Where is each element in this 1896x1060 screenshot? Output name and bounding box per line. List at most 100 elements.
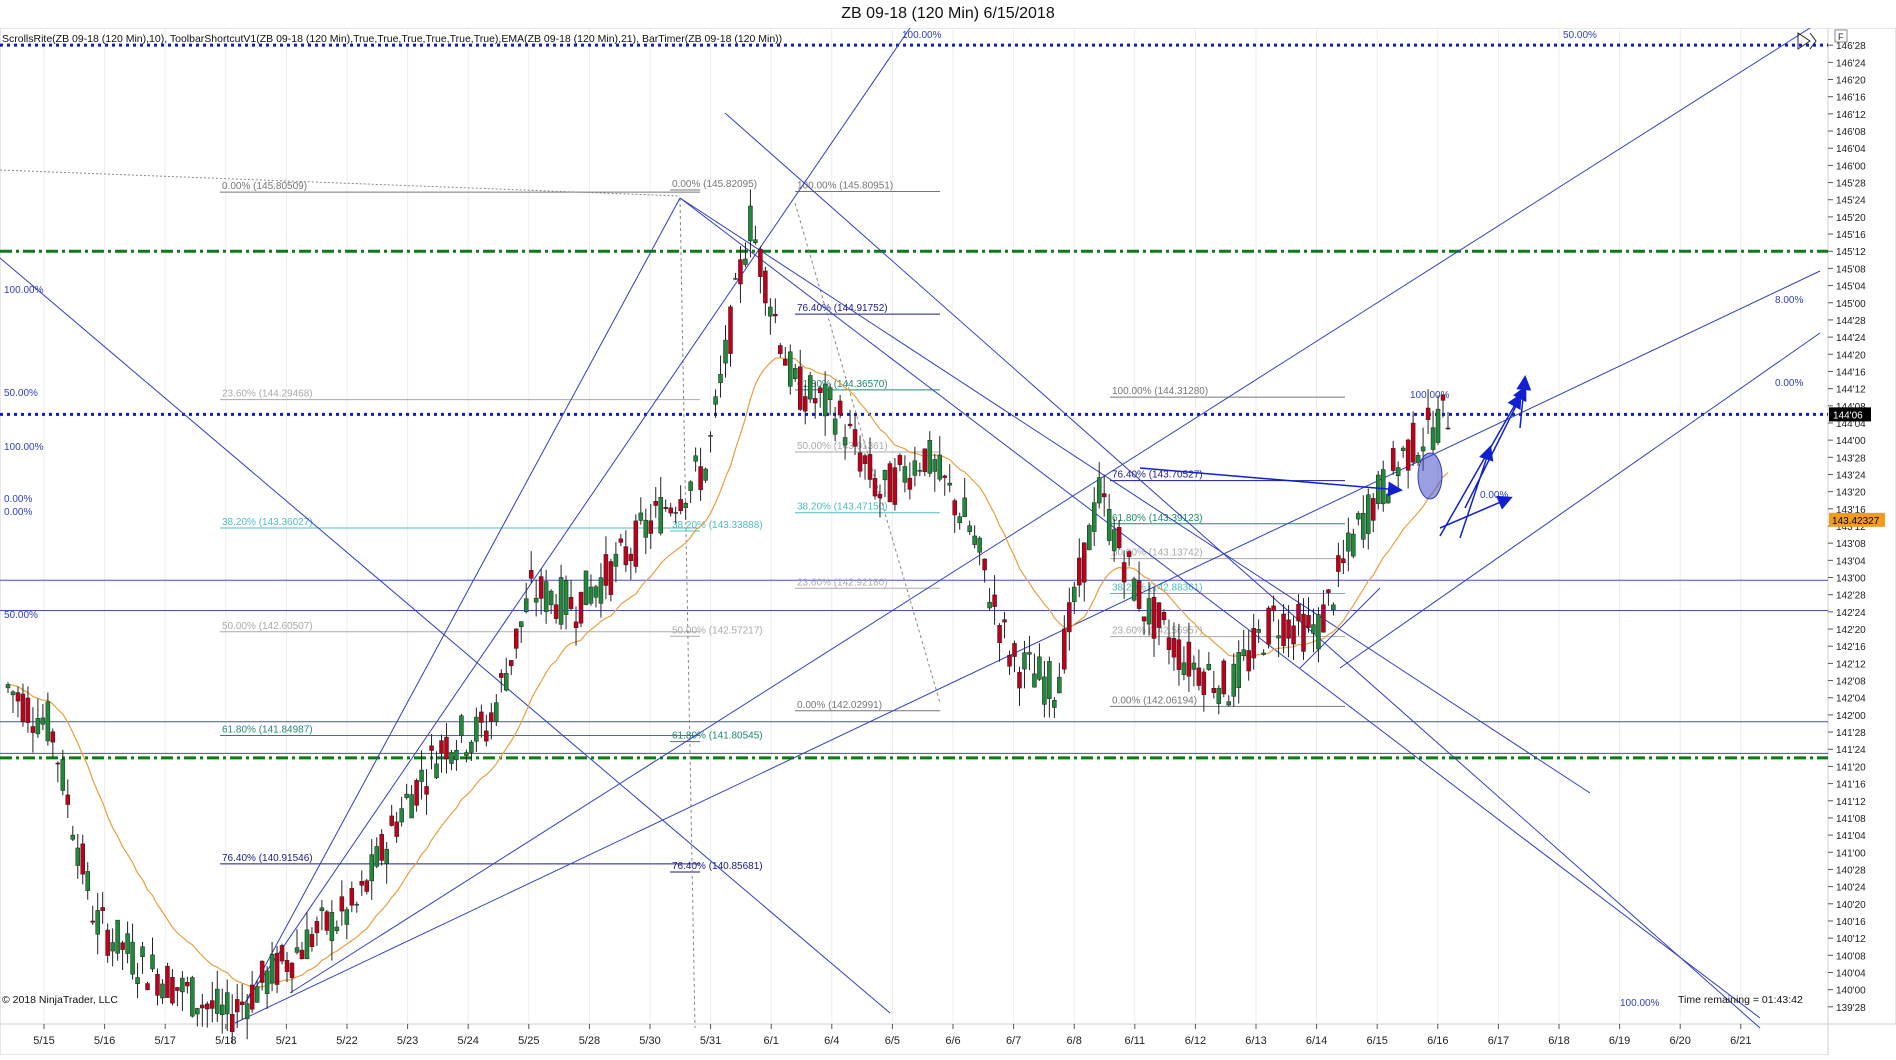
candle-body <box>1161 612 1167 621</box>
date-label: 5/25 <box>518 1035 539 1047</box>
candle-body <box>872 478 878 497</box>
ema-value-label: 143.42327 <box>1832 516 1880 527</box>
date-label: 6/4 <box>824 1035 839 1047</box>
candle-body <box>1131 578 1137 601</box>
candle-body <box>1445 427 1451 430</box>
candle-body <box>867 454 873 480</box>
candle-body <box>110 942 115 952</box>
candle-body <box>499 673 504 678</box>
candle-body <box>783 359 788 366</box>
candle-body <box>688 481 693 491</box>
date-label: 5/17 <box>154 1035 175 1047</box>
candle-body <box>244 1003 250 1020</box>
candle-body <box>50 731 56 743</box>
candle-body <box>234 999 240 1013</box>
candle-body <box>1012 643 1017 657</box>
fib-label: 23.60% (144.29468) <box>222 389 313 400</box>
pitchfork-label: 100.00% <box>4 442 44 453</box>
chart-area[interactable]: 0.00% (145.80509) 23.60% (144.29468) 38.20… <box>0 27 1896 1056</box>
candle-body <box>613 553 619 567</box>
candle-body <box>489 712 494 722</box>
candle-body <box>1017 671 1022 689</box>
candle-body <box>593 586 599 598</box>
candle-body <box>314 921 320 934</box>
candle-body <box>299 949 305 960</box>
price-tick-label: 140'28 <box>1836 865 1866 876</box>
candle-body <box>210 1000 215 1009</box>
candle-body <box>419 769 424 782</box>
candle-body <box>723 339 728 364</box>
candle-body <box>817 387 823 394</box>
candle-body <box>932 459 938 472</box>
candle-body <box>15 692 21 702</box>
candle-body <box>160 983 165 999</box>
price-tick-label: 145'00 <box>1836 299 1866 310</box>
fib-label: 100.00% (144.31280) <box>1112 386 1208 397</box>
candle-body <box>1096 477 1102 504</box>
candle-body <box>1256 629 1261 633</box>
candle-body <box>150 954 155 970</box>
candle-body <box>60 759 66 791</box>
candle-body <box>1306 615 1311 628</box>
candle-body <box>588 586 594 604</box>
date-label: 5/23 <box>397 1035 418 1047</box>
candle-body <box>145 983 150 991</box>
price-tick-label: 141'28 <box>1836 728 1866 739</box>
candle-body <box>922 448 928 473</box>
candle-body <box>558 577 564 625</box>
candle-body <box>563 580 569 615</box>
candle-body <box>334 926 340 931</box>
date-label: 6/20 <box>1669 1035 1690 1047</box>
candle-body <box>763 270 768 304</box>
pitchfork-label: 100.00% <box>4 285 44 296</box>
pitchfork-label: 0.00% <box>1480 490 1508 501</box>
candle-body <box>1032 673 1037 688</box>
date-label: 6/12 <box>1185 1035 1206 1047</box>
candle-body <box>1057 676 1062 694</box>
candle-body <box>354 903 360 906</box>
date-label: 5/16 <box>94 1035 115 1047</box>
candle-body <box>384 848 389 864</box>
candle-body <box>329 912 335 941</box>
candle-body <box>95 910 100 935</box>
candle-body <box>1231 663 1236 697</box>
candle-body <box>1067 602 1072 633</box>
fib-label: 76.40% (140.91546) <box>222 853 313 864</box>
fib-label: 76.40% (144.91752) <box>797 303 888 314</box>
price-tick-label: 141'04 <box>1836 831 1866 842</box>
candle-body <box>190 977 195 1017</box>
candle-body <box>279 945 285 962</box>
candle-body <box>135 977 140 985</box>
candle-body <box>543 581 549 612</box>
date-label: 6/7 <box>1006 1035 1021 1047</box>
price-tick-label: 142'24 <box>1836 608 1866 619</box>
candle-body <box>224 992 230 1015</box>
candle-body <box>1007 655 1012 667</box>
window-title: ZB 09-18 (120 Min) 6/15/2018 <box>841 5 1055 22</box>
candle-body <box>1171 638 1177 658</box>
candle-body <box>733 278 738 280</box>
candle-body <box>1425 407 1431 420</box>
candle-body <box>1042 676 1047 705</box>
fib-label: 50.00% (142.60507) <box>222 621 313 632</box>
price-tick-label: 144'24 <box>1836 333 1866 344</box>
candle-body <box>1410 422 1416 463</box>
price-tick-label: 146'04 <box>1836 144 1866 155</box>
fib-label: 50.00% (143.13742) <box>1112 548 1203 559</box>
price-tick-label: 146'24 <box>1836 58 1866 69</box>
candle-body <box>484 730 489 742</box>
candle-body <box>1390 448 1396 471</box>
price-chart-svg[interactable]: 0.00% (145.80509) 23.60% (144.29468) 38.20… <box>0 27 1896 1056</box>
price-tick-label: 142'16 <box>1836 642 1866 653</box>
price-tick-label: 145'28 <box>1836 179 1866 190</box>
candle-body <box>1166 637 1172 650</box>
candle-body <box>718 373 723 383</box>
date-label: 5/18 <box>215 1035 236 1047</box>
price-tick-label: 141'24 <box>1836 745 1866 756</box>
candle-body <box>394 821 399 837</box>
candle-body <box>1246 650 1251 672</box>
price-tick-label: 142'04 <box>1836 694 1866 705</box>
candle-body <box>1311 624 1316 634</box>
indicators-label: ScrollsRite(ZB 09-18 (120 Min),10), Tool… <box>2 33 782 45</box>
candle-body <box>324 911 330 931</box>
